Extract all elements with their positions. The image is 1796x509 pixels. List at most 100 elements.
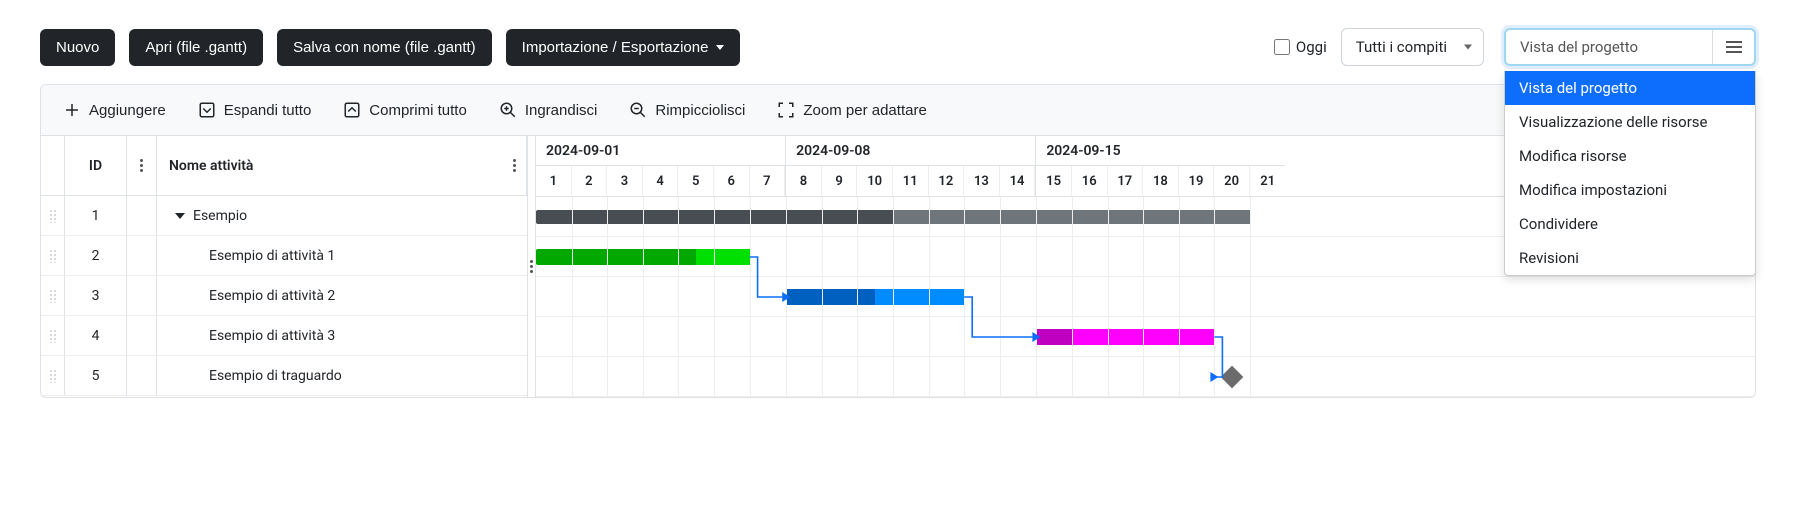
task-name-cell[interactable]: Esempio bbox=[157, 196, 527, 235]
day-cell: 16 bbox=[1072, 166, 1108, 196]
today-checkbox-input[interactable] bbox=[1274, 39, 1290, 55]
task-id: 4 bbox=[65, 316, 127, 355]
grip-icon bbox=[49, 329, 57, 343]
expand-all-label: Espandi tutto bbox=[224, 102, 312, 119]
task-name-cell[interactable]: Esempio di attività 3 bbox=[157, 316, 527, 355]
day-cell: 15 bbox=[1036, 166, 1072, 196]
collapse-all-button[interactable]: Comprimi tutto bbox=[341, 97, 469, 123]
drag-handle[interactable] bbox=[41, 196, 65, 235]
drag-handle[interactable] bbox=[41, 276, 65, 315]
view-dropdown-item[interactable]: Visualizzazione delle risorse bbox=[1505, 105, 1755, 139]
task-name-cell[interactable]: Esempio di attività 2 bbox=[157, 276, 527, 315]
kebab-icon bbox=[140, 159, 143, 172]
task-name-cell[interactable]: Esempio di attività 1 bbox=[157, 236, 527, 275]
chart-row bbox=[536, 277, 1755, 317]
day-cell: 17 bbox=[1108, 166, 1144, 196]
task-row[interactable]: 3 Esempio di attività 2 bbox=[41, 276, 527, 316]
day-cell: 4 bbox=[643, 166, 679, 196]
zoom-fit-icon bbox=[777, 101, 795, 119]
topbar: Nuovo Apri (file .gantt) Salva con nome … bbox=[0, 0, 1796, 84]
day-cell: 20 bbox=[1214, 166, 1250, 196]
day-cell: 18 bbox=[1143, 166, 1179, 196]
day-cell: 21 bbox=[1250, 166, 1286, 196]
task-grid: ID Nome attività 1Esempio2Esempio di att… bbox=[41, 136, 528, 397]
expand-all-button[interactable]: Espandi tutto bbox=[196, 97, 314, 123]
pane-splitter[interactable] bbox=[528, 136, 536, 397]
week-label: 2024-09-01 bbox=[536, 136, 785, 166]
view-dropdown: Vista del progettoVisualizzazione delle … bbox=[1504, 71, 1756, 276]
spacer bbox=[127, 356, 157, 395]
task-row[interactable]: 2Esempio di attività 1 bbox=[41, 236, 527, 276]
day-cell: 1 bbox=[536, 166, 572, 196]
gantt-group-bar[interactable] bbox=[536, 210, 1250, 224]
milestone-diamond[interactable] bbox=[1221, 366, 1244, 389]
collapse-icon bbox=[343, 101, 361, 119]
gantt-task-bar[interactable] bbox=[1036, 329, 1214, 345]
day-cell: 8 bbox=[786, 166, 822, 196]
import-export-button[interactable]: Importazione / Esportazione bbox=[506, 29, 741, 66]
gantt-task-bar[interactable] bbox=[786, 289, 964, 305]
week-col: 2024-09-08891011121314 bbox=[786, 136, 1036, 196]
new-button[interactable]: Nuovo bbox=[40, 29, 115, 66]
name-col-header: Nome attività bbox=[157, 136, 527, 195]
view-select[interactable]: Vista del progetto bbox=[1504, 28, 1756, 66]
task-row[interactable]: 1Esempio bbox=[41, 196, 527, 236]
task-filter-select[interactable]: Tutti i compiti bbox=[1341, 28, 1484, 66]
open-button[interactable]: Apri (file .gantt) bbox=[129, 29, 263, 66]
grip-icon bbox=[49, 249, 57, 263]
zoom-in-button[interactable]: Ingrandisci bbox=[497, 97, 600, 123]
today-checkbox-label: Oggi bbox=[1296, 38, 1327, 56]
spacer bbox=[127, 236, 157, 275]
view-dropdown-item[interactable]: Modifica risorse bbox=[1505, 139, 1755, 173]
id-col-header: ID bbox=[65, 136, 127, 195]
add-task-button[interactable]: Aggiungere bbox=[61, 97, 168, 123]
zoom-out-label: Rimpicciolisci bbox=[655, 102, 745, 119]
drag-handle[interactable] bbox=[41, 316, 65, 355]
task-row[interactable]: 4 Esempio di attività 3 bbox=[41, 316, 527, 356]
day-cell: 5 bbox=[678, 166, 714, 196]
collapse-all-label: Comprimi tutto bbox=[369, 102, 467, 119]
zoom-out-button[interactable]: Rimpicciolisci bbox=[627, 97, 747, 123]
chart-row bbox=[536, 317, 1755, 357]
gantt-body: ID Nome attività 1Esempio2Esempio di att… bbox=[41, 136, 1755, 397]
view-dropdown-item[interactable]: Modifica impostazioni bbox=[1505, 173, 1755, 207]
view-dropdown-item[interactable]: Vista del progetto bbox=[1505, 71, 1755, 105]
id-col-menu[interactable] bbox=[127, 136, 157, 195]
day-cell: 12 bbox=[929, 166, 965, 196]
zoom-in-label: Ingrandisci bbox=[525, 102, 598, 119]
name-col-header-label: Nome attività bbox=[169, 158, 253, 174]
save-as-button[interactable]: Salva con nome (file .gantt) bbox=[277, 29, 492, 66]
day-cell: 13 bbox=[964, 166, 1000, 196]
week-col: 2024-09-1515161718192021 bbox=[1036, 136, 1285, 196]
kebab-icon[interactable] bbox=[513, 159, 516, 172]
day-cell: 14 bbox=[1000, 166, 1036, 196]
view-dropdown-item[interactable]: Condividere bbox=[1505, 207, 1755, 241]
task-name: Esempio di attività 2 bbox=[209, 288, 335, 304]
spacer bbox=[127, 316, 157, 355]
zoom-fit-button[interactable]: Zoom per adattare bbox=[775, 97, 928, 123]
task-id: 3 bbox=[65, 276, 127, 315]
task-name: Esempio di traguardo bbox=[209, 368, 342, 384]
drag-handle[interactable] bbox=[41, 236, 65, 275]
gantt-task-bar[interactable] bbox=[536, 249, 750, 265]
today-checkbox[interactable]: Oggi bbox=[1274, 38, 1327, 56]
week-label: 2024-09-08 bbox=[786, 136, 1035, 166]
task-name-cell[interactable]: Esempio di traguardo bbox=[157, 356, 527, 395]
view-dropdown-item[interactable]: Revisioni bbox=[1505, 241, 1755, 275]
day-cell: 11 bbox=[893, 166, 929, 196]
day-cell: 19 bbox=[1179, 166, 1215, 196]
week-col: 2024-09-011234567 bbox=[536, 136, 786, 196]
drag-handle[interactable] bbox=[41, 356, 65, 395]
caret-down-icon[interactable] bbox=[175, 213, 185, 219]
grip-icon bbox=[49, 289, 57, 303]
task-name: Esempio di attività 1 bbox=[209, 248, 335, 264]
grip-icon bbox=[530, 260, 533, 273]
zoom-in-icon bbox=[499, 101, 517, 119]
day-cell: 6 bbox=[714, 166, 750, 196]
menu-icon[interactable] bbox=[1712, 30, 1754, 64]
zoom-fit-label: Zoom per adattare bbox=[803, 102, 926, 119]
day-cell: 3 bbox=[607, 166, 643, 196]
expand-icon bbox=[198, 101, 216, 119]
task-row[interactable]: 5Esempio di traguardo bbox=[41, 356, 527, 396]
task-filter-value: Tutti i compiti bbox=[1341, 28, 1484, 66]
